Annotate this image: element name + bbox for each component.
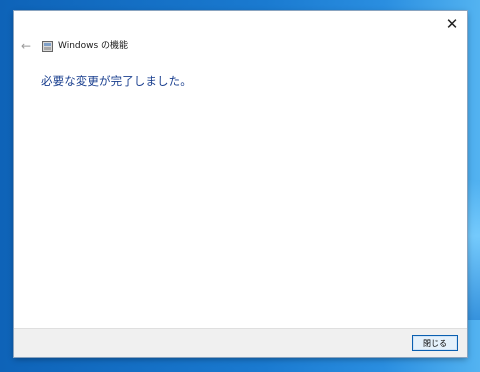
close-button[interactable]: 閉じる — [412, 335, 458, 351]
close-icon[interactable]: ✕ — [437, 11, 467, 37]
back-arrow-icon[interactable]: ← — [18, 38, 34, 54]
dialog-title: Windows の機能 — [58, 40, 129, 51]
completion-message: 必要な変更が完了しました。 — [41, 74, 192, 88]
dialog-header: ← Windows の機能 — [14, 35, 467, 57]
dialog-footer: 閉じる — [14, 328, 467, 357]
windows-features-icon — [42, 40, 53, 52]
windows-features-dialog: ✕ ← Windows の機能 必要な変更が完了しました。 閉じる — [14, 11, 467, 357]
